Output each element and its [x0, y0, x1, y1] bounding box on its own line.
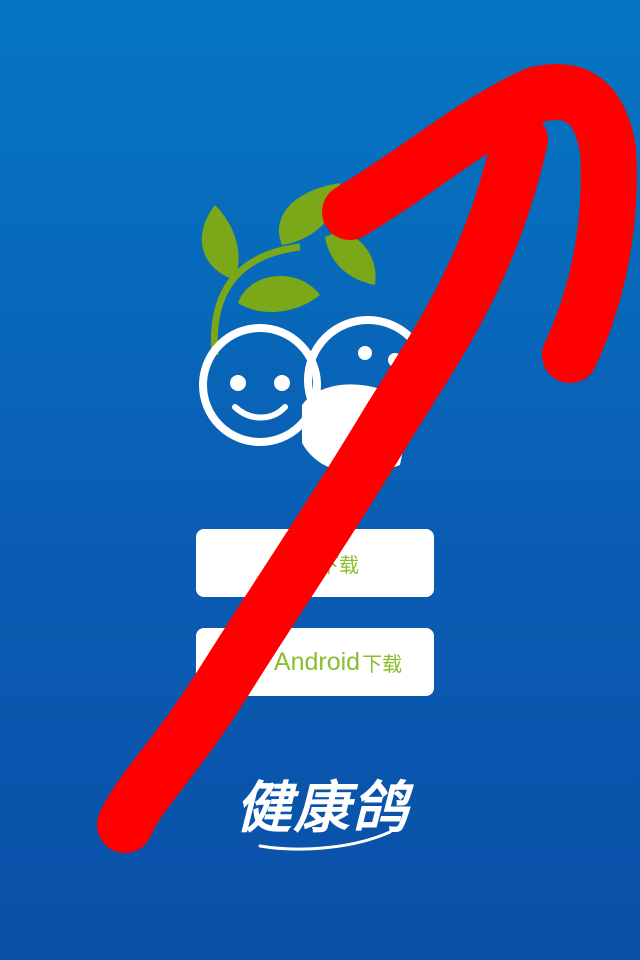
leaves-icon: [201, 183, 376, 356]
android-download-suffix-label: 下载: [362, 651, 403, 676]
brand-swoosh-icon: [258, 830, 392, 851]
apple-icon: [271, 543, 311, 583]
masked-smiley-face-icon: [302, 316, 430, 474]
brand-logo: 健康鸽: [215, 770, 430, 860]
ios-download-suffix-label: 下载: [319, 552, 359, 577]
android-icon: [228, 642, 268, 682]
smiley-face-icon: [199, 324, 321, 446]
android-download-button[interactable]: Android 下载: [196, 628, 434, 696]
ios-download-button[interactable]: 下载: [196, 529, 434, 597]
android-download-platform-label: Android: [273, 647, 361, 676]
app-logo: [199, 183, 430, 474]
